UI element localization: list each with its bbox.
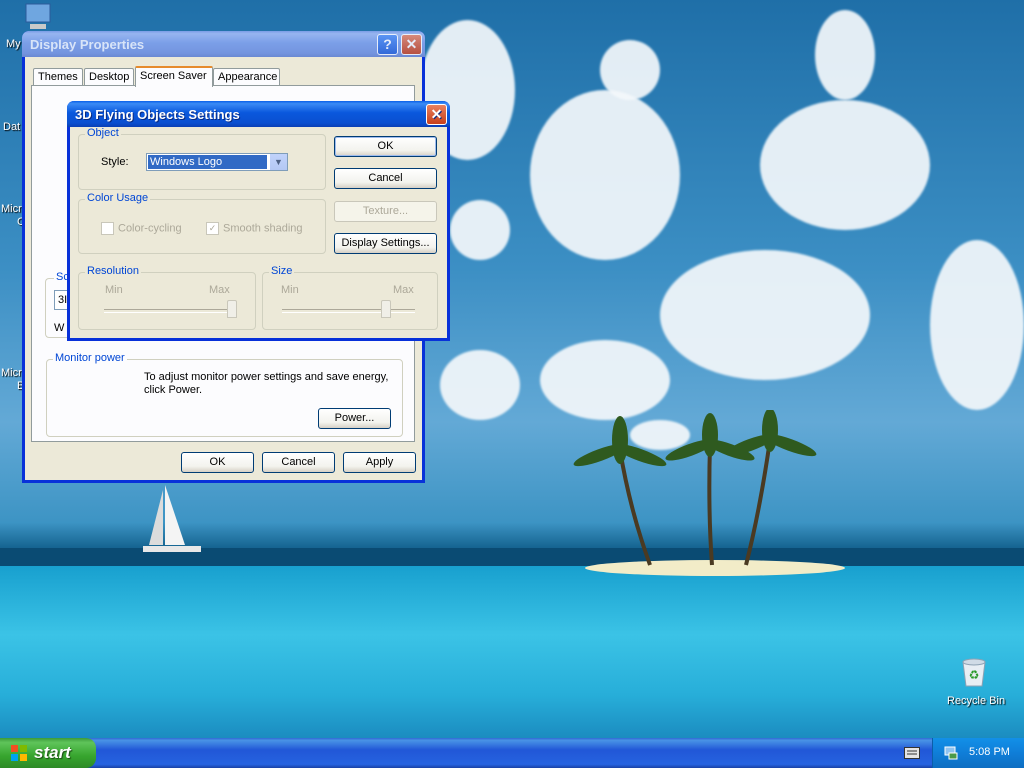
tab-themes[interactable]: Themes bbox=[33, 68, 83, 86]
recycle-bin-icon[interactable]: ♻ bbox=[958, 656, 990, 688]
color-usage-label: Color Usage bbox=[85, 192, 151, 204]
tab-desktop[interactable]: Desktop bbox=[84, 68, 134, 86]
flying-objects-settings-dialog: 3D Flying Objects Settings ✕ Object Styl… bbox=[67, 101, 450, 341]
clock[interactable]: 5:08 PM bbox=[969, 746, 1010, 758]
cloud bbox=[530, 90, 680, 260]
monitor-power-label: Monitor power bbox=[53, 352, 127, 364]
min-label: Min bbox=[281, 284, 299, 296]
smooth-shading-checkbox[interactable]: ✓ Smooth shading bbox=[206, 222, 303, 235]
object-group-label: Object bbox=[85, 127, 121, 139]
dialog-title: 3D Flying Objects Settings bbox=[75, 107, 240, 122]
help-button[interactable]: ? bbox=[377, 34, 398, 55]
start-label: start bbox=[34, 743, 71, 762]
checkbox-label: Smooth shading bbox=[223, 222, 303, 235]
resolution-label: Resolution bbox=[85, 265, 141, 277]
cancel-button[interactable]: Cancel bbox=[262, 452, 335, 473]
ok-button[interactable]: OK bbox=[334, 136, 437, 157]
min-label: Min bbox=[105, 284, 123, 296]
size-label: Size bbox=[269, 265, 295, 277]
power-button[interactable]: Power... bbox=[318, 408, 391, 429]
cloud bbox=[760, 100, 930, 230]
ok-button[interactable]: OK bbox=[181, 452, 254, 473]
display-properties-titlebar[interactable]: Display Properties ? ✕ bbox=[22, 31, 425, 57]
cloud bbox=[450, 200, 510, 260]
style-dropdown-value: Windows Logo bbox=[148, 155, 267, 169]
tab-screen-saver[interactable]: Screen Saver bbox=[135, 66, 213, 87]
resolution-group: Resolution Min Max bbox=[78, 265, 256, 330]
network-icon[interactable] bbox=[943, 745, 959, 761]
desktop-icon-label: Dat bbox=[3, 121, 21, 133]
keyboard-icon[interactable] bbox=[904, 747, 920, 759]
window-title: Display Properties bbox=[30, 37, 145, 52]
color-usage-group: Color Usage Color-cycling ✓ Smooth shadin… bbox=[78, 192, 326, 254]
close-button[interactable]: ✕ bbox=[401, 34, 422, 55]
size-group: Size Min Max bbox=[262, 265, 438, 330]
cancel-button[interactable]: Cancel bbox=[334, 168, 437, 189]
settings-titlebar[interactable]: 3D Flying Objects Settings ✕ bbox=[67, 101, 450, 127]
checkmark-icon: ✓ bbox=[206, 222, 219, 235]
sea bbox=[0, 566, 1024, 738]
texture-button[interactable]: Texture... bbox=[334, 201, 437, 222]
size-slider-track bbox=[282, 309, 415, 313]
cloud bbox=[440, 350, 520, 420]
cloud bbox=[660, 250, 870, 380]
resolution-slider-thumb[interactable] bbox=[227, 300, 237, 318]
recycle-bin-label[interactable]: Recycle Bin bbox=[947, 695, 1005, 707]
cloud bbox=[815, 10, 875, 100]
palm-trees bbox=[573, 410, 817, 566]
taskbar: start 5:08 PM bbox=[0, 738, 1024, 768]
checkbox-box bbox=[101, 222, 114, 235]
max-label: Max bbox=[209, 284, 230, 296]
monitor-power-text: To adjust monitor power settings and sav… bbox=[144, 371, 389, 396]
max-label: Max bbox=[393, 284, 414, 296]
checkbox-label: Color-cycling bbox=[118, 222, 182, 235]
wait-label: W bbox=[54, 322, 65, 334]
svg-text:♻: ♻ bbox=[969, 668, 980, 682]
sailboat bbox=[143, 485, 201, 552]
cloud bbox=[540, 340, 670, 420]
monitor-power-group: Monitor power To adjust monitor power se… bbox=[46, 352, 403, 437]
apply-button[interactable]: Apply bbox=[343, 452, 416, 473]
my-computer-icon[interactable] bbox=[22, 2, 54, 32]
resolution-slider-track bbox=[104, 309, 232, 313]
cloud bbox=[930, 240, 1024, 410]
close-button[interactable]: ✕ bbox=[426, 104, 447, 125]
cloud bbox=[600, 40, 660, 100]
windows-logo-icon bbox=[11, 745, 27, 761]
chevron-down-icon[interactable]: ▼ bbox=[269, 154, 287, 170]
desktop-icon-label: My bbox=[6, 38, 21, 50]
tab-appearance[interactable]: Appearance bbox=[213, 68, 280, 86]
system-tray: 5:08 PM bbox=[932, 738, 1024, 768]
object-group: Object Style: Windows Logo ▼ bbox=[78, 127, 326, 190]
screensaver-select-value: 3I bbox=[58, 294, 68, 306]
style-label: Style: bbox=[101, 156, 129, 168]
style-dropdown[interactable]: Windows Logo ▼ bbox=[146, 153, 288, 171]
size-slider-thumb[interactable] bbox=[380, 300, 391, 318]
display-settings-button[interactable]: Display Settings... bbox=[334, 233, 437, 254]
start-button[interactable]: start bbox=[0, 738, 96, 768]
color-cycling-checkbox[interactable]: Color-cycling bbox=[101, 222, 182, 235]
